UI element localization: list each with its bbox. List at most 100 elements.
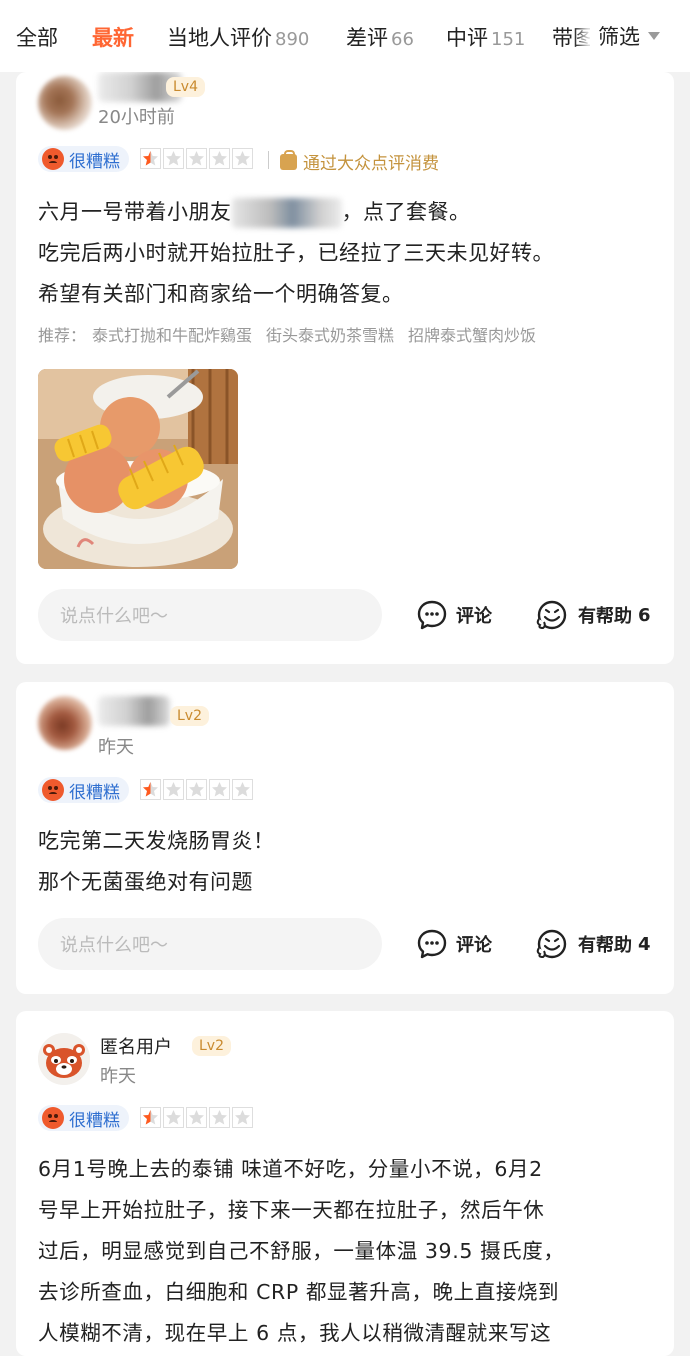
review-text: 吃完第二天发烧肠胃炎！ 那个无菌蛋绝对有问题 <box>38 821 654 903</box>
tab-label: 当地人评价 <box>167 26 272 50</box>
star-empty-icon <box>186 148 207 169</box>
comment-label: 评论 <box>456 935 492 956</box>
chat-bubble-icon <box>417 600 447 630</box>
review-filter-tabs: 全部 最新 当地人评价 890 差评 66 中评 151 带图 筛选 <box>0 0 690 72</box>
review-line: 吃完后两小时就开始拉肚子，已经拉了三天未见好转。 <box>38 241 554 265</box>
star-rating <box>140 148 253 169</box>
star-empty-icon <box>163 779 184 800</box>
tab-all[interactable]: 全部 <box>16 22 58 52</box>
star-empty-icon <box>232 779 253 800</box>
ice-cream-photo-image <box>38 369 238 569</box>
tab-label: 带图 <box>552 26 594 50</box>
review-time: 20小时前 <box>98 107 175 128</box>
rating-label: 很糟糕 <box>69 1110 120 1131</box>
review-line: 那个无菌蛋绝对有问题 <box>38 870 253 894</box>
review-text: 6月1号晚上去的泰铺 味道不好吃，分量小不说，6月2 号早上开始拉肚子，接下来一… <box>38 1149 654 1354</box>
tab-count: 151 <box>491 29 526 50</box>
helpful-count: 4 <box>638 933 651 955</box>
review-photo[interactable] <box>38 369 238 569</box>
star-empty-icon <box>209 148 230 169</box>
username[interactable]: 匿名用户 <box>100 1033 172 1059</box>
helpful-face-icon <box>536 929 567 959</box>
user-level-badge: Lv2 <box>192 1036 231 1056</box>
angry-face-icon <box>42 148 64 170</box>
tab-negative[interactable]: 差评 66 <box>346 22 414 52</box>
review-card: Lv2 昨天 很糟糕 吃完第二天发烧肠胃炎！ 那个无菌蛋绝对有问题 说点什么吧～… <box>16 682 674 994</box>
verified-consume-tag: 通过大众点评消费 <box>280 149 439 174</box>
divider <box>268 151 269 169</box>
comment-button[interactable]: 评论 <box>416 928 492 960</box>
helpful-count: 6 <box>638 604 651 626</box>
avatar[interactable] <box>38 696 92 750</box>
star-rating <box>140 779 253 800</box>
review-line: 过后，明显感觉到自己不舒服，一量体温 39.5 摄氏度， <box>38 1239 565 1263</box>
rating-label: 很糟糕 <box>69 782 120 803</box>
consume-label: 通过大众点评消费 <box>303 154 439 174</box>
review-card: 匿名用户 Lv2 昨天 很糟糕 6月1号晚上去的泰铺 味道不好吃，分量小不说，6… <box>16 1011 674 1356</box>
comment-placeholder: 说点什么吧～ <box>60 606 168 627</box>
username-redacted <box>98 696 170 726</box>
star-empty-icon <box>209 779 230 800</box>
tab-with-photos[interactable]: 带图 <box>552 22 594 52</box>
helpful-button[interactable]: 有帮助 6 <box>536 599 651 631</box>
helpful-button[interactable]: 有帮助 4 <box>536 928 651 960</box>
tab-neutral[interactable]: 中评 151 <box>446 22 525 52</box>
helpful-face-icon <box>536 600 567 630</box>
tab-label: 中评 <box>446 26 488 50</box>
review-time: 昨天 <box>98 737 134 758</box>
star-empty-icon <box>186 779 207 800</box>
tab-label: 全部 <box>16 26 58 50</box>
star-empty-icon <box>232 1107 253 1128</box>
recommended-dishes: 推荐： 泰式打抛和牛配炸鷄蛋 街头泰式奶茶雪糕 招牌泰式蟹肉炒饭 <box>38 322 550 346</box>
tab-label: 最新 <box>92 26 134 50</box>
review-text: 六月一号带着小朋友 ，点了套餐。 吃完后两小时就开始拉肚子，已经拉了三天未见好转。… <box>38 192 654 315</box>
tab-local-reviews[interactable]: 当地人评价 890 <box>167 22 309 52</box>
review-line-part: 六月一号带着小朋友 <box>38 200 232 224</box>
star-empty-icon <box>163 1107 184 1128</box>
star-empty-icon <box>209 1107 230 1128</box>
recommend-label: 推荐： <box>38 326 87 345</box>
star-filled-icon <box>140 148 161 169</box>
angry-face-icon <box>42 779 64 801</box>
tab-latest[interactable]: 最新 <box>92 22 134 52</box>
star-empty-icon <box>163 148 184 169</box>
review-line: 人模糊不清，现在早上 6 点，我人以稍微清醒就来写这 <box>38 1321 552 1345</box>
user-level-badge: Lv4 <box>166 77 205 97</box>
star-empty-icon <box>232 148 253 169</box>
review-line: 6月1号晚上去的泰铺 味道不好吃，分量小不说，6月2 <box>38 1157 543 1181</box>
comment-placeholder: 说点什么吧～ <box>60 935 168 956</box>
comment-input[interactable]: 说点什么吧～ <box>38 589 382 641</box>
rating-label: 很糟糕 <box>69 151 120 172</box>
comment-button[interactable]: 评论 <box>416 599 492 631</box>
filter-button[interactable]: 筛选 <box>590 0 690 72</box>
star-filled-icon <box>140 1107 161 1128</box>
chat-bubble-icon <box>417 929 447 959</box>
comment-input[interactable]: 说点什么吧～ <box>38 918 382 970</box>
tab-count: 66 <box>391 29 414 50</box>
filter-label: 筛选 <box>598 25 640 49</box>
review-line: 六月一号带着小朋友 ，点了套餐。 <box>38 192 654 233</box>
red-panda-avatar-icon <box>38 1033 90 1085</box>
star-empty-icon <box>186 1107 207 1128</box>
rating-badge: 很糟糕 <box>38 777 129 803</box>
tab-label: 差评 <box>346 26 388 50</box>
recommended-dish[interactable]: 招牌泰式蟹肉炒饭 <box>408 326 536 345</box>
avatar[interactable] <box>38 1033 90 1085</box>
review-line: 去诊所查血，白细胞和 CRP 都显著升高，晚上直接烧到 <box>38 1280 560 1304</box>
helpful-label: 有帮助 <box>578 606 632 627</box>
review-time: 昨天 <box>100 1066 136 1087</box>
review-card: Lv4 20小时前 很糟糕 通过大众点评消费 六月一号带着小朋友 ，点了套餐。 吃… <box>16 72 674 664</box>
redacted-text <box>231 198 342 228</box>
recommended-dish[interactable]: 泰式打抛和牛配炸鷄蛋 <box>92 326 252 345</box>
review-line: 吃完第二天发烧肠胃炎！ <box>38 829 275 853</box>
review-line-part: ，点了套餐。 <box>341 200 471 224</box>
helpful-label: 有帮助 <box>578 935 632 956</box>
shopping-bag-icon <box>280 149 297 170</box>
recommended-dish[interactable]: 街头泰式奶茶雪糕 <box>266 326 394 345</box>
star-rating <box>140 1107 253 1128</box>
chevron-down-icon <box>648 32 660 40</box>
avatar[interactable] <box>38 76 92 130</box>
star-filled-icon <box>140 779 161 800</box>
angry-face-icon <box>42 1107 64 1129</box>
comment-label: 评论 <box>456 606 492 627</box>
